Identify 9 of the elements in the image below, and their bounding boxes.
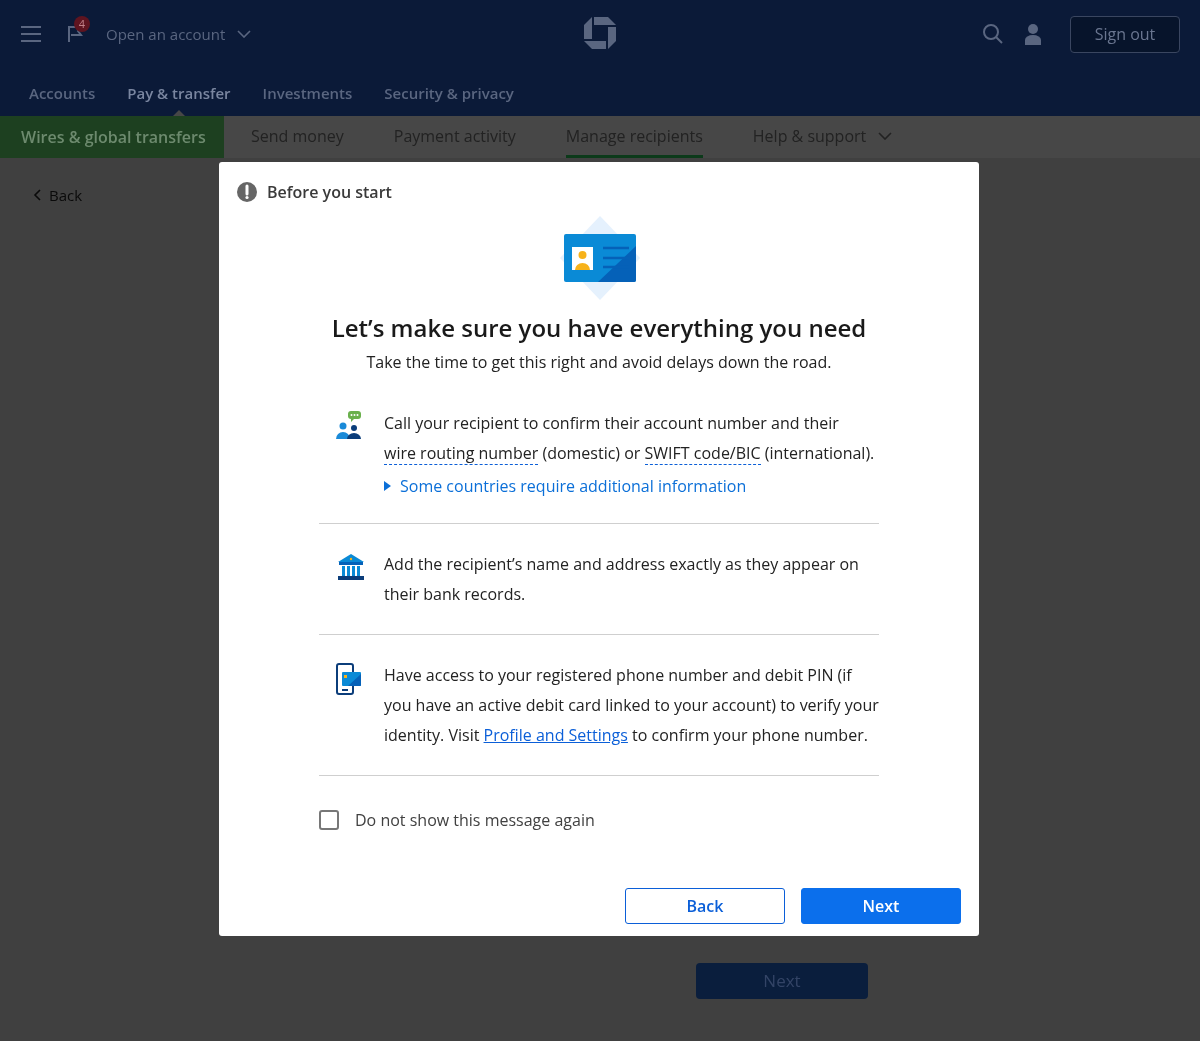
instruction-text: Call your recipient to confirm their account number and their wire routing number (domestic) or SWIFT code/BIC (international). bbox=[384, 411, 876, 467]
dialog-title: Before you start bbox=[267, 180, 392, 204]
notification-badge: 4 bbox=[74, 16, 90, 32]
dialog-heading: Let’s make sure you have everything you need bbox=[330, 310, 868, 346]
checkbox-label: Do not show this message again bbox=[355, 808, 595, 832]
section-label: Wires & global transfers bbox=[0, 116, 224, 158]
instruction-text: Add the recipient’s name and address exactly as they appear on their bank records. bbox=[384, 552, 860, 607]
instruction-text: Have access to your registered phone number and debit PIN (if you have an active debit card linked to your account) to verify your identity. Visit Profile and Settings to confirm your phone number. bbox=[384, 663, 879, 748]
dialog-subheading: Take the time to get this right and avoid delays down the road. bbox=[365, 350, 833, 374]
